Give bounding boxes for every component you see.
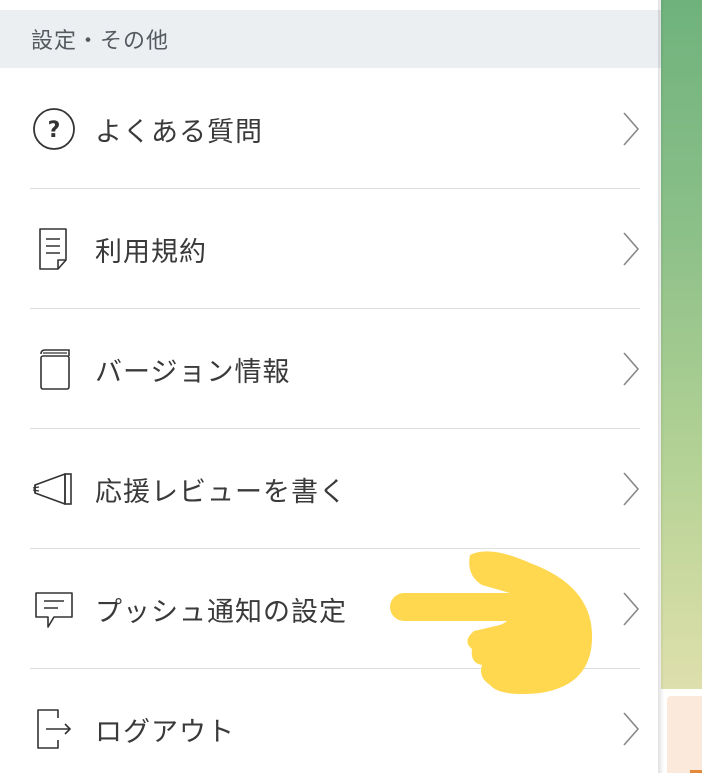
pointing-hand-icon (390, 545, 600, 697)
menu-item-label: 利用規約 (95, 236, 207, 268)
menu-item-label: プッシュ通知の設定 (95, 596, 347, 628)
chevron-right-icon (618, 709, 644, 749)
menu-item-review[interactable]: 応援レビューを書く (0, 429, 661, 549)
drawer-edge-shadow (658, 0, 664, 773)
document-icon (31, 226, 77, 272)
speech-bubble-icon (31, 586, 77, 632)
screen: 設定・その他 ? よくある質問 利用規約 バージョン情報 応援レビューを書く プ… (0, 0, 702, 773)
background-app-view[interactable] (661, 0, 702, 773)
chevron-right-icon (618, 349, 644, 389)
svg-text:?: ? (48, 118, 61, 143)
section-title: 設定・その他 (31, 29, 170, 54)
background-app-card-accent (690, 762, 702, 773)
menu-item-faq[interactable]: ? よくある質問 (0, 69, 661, 189)
menu-item-label: よくある質問 (95, 116, 263, 148)
menu-item-version[interactable]: バージョン情報 (0, 309, 661, 429)
menu-item-label: ログアウト (95, 716, 235, 748)
menu-item-label: バージョン情報 (95, 356, 291, 388)
logout-icon (31, 706, 77, 752)
chevron-right-icon (618, 469, 644, 509)
menu-item-label: 応援レビューを書く (95, 476, 347, 508)
megaphone-icon (31, 466, 77, 512)
drawer-top-edge (0, 0, 661, 10)
book-icon (31, 346, 77, 392)
chevron-right-icon (618, 589, 644, 629)
menu-item-terms[interactable]: 利用規約 (0, 189, 661, 309)
chevron-right-icon (618, 229, 644, 269)
section-header: 設定・その他 (0, 10, 661, 68)
question-circle-icon: ? (31, 106, 77, 152)
chevron-right-icon (618, 109, 644, 149)
